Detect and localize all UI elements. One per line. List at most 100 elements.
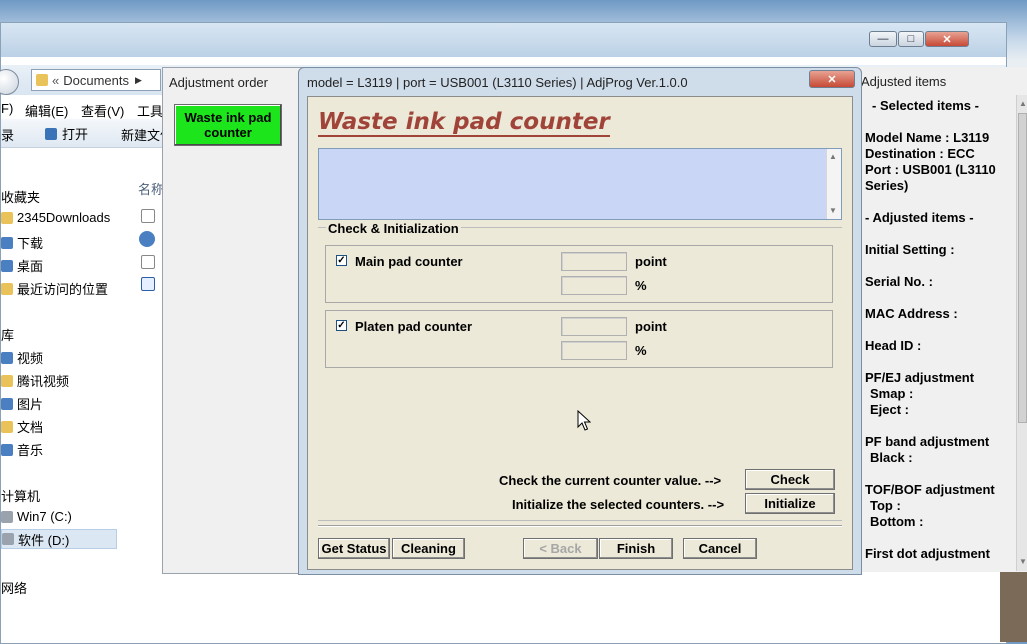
selected-items-header: - Selected items -	[872, 98, 979, 113]
main-pad-checkbox[interactable]: ✓	[336, 255, 347, 266]
close-icon: ✕	[827, 73, 837, 86]
tree-label: Win7 (C:)	[17, 509, 72, 524]
serial-no: Serial No. :	[865, 274, 933, 289]
word-document-icon	[141, 277, 155, 291]
close-button[interactable]: ✕	[925, 31, 969, 47]
cancel-button[interactable]: Cancel	[683, 538, 757, 559]
explorer-titlebar: — □ ✕	[1, 23, 1006, 57]
open-icon	[45, 127, 57, 140]
tree-item-2345downloads[interactable]: 2345Downloads	[1, 210, 110, 225]
initial-setting: Initial Setting :	[865, 242, 955, 257]
breadcrumb-separator: «	[52, 72, 60, 88]
get-status-button[interactable]: Get Status	[318, 538, 390, 559]
organize-button[interactable]: 录	[1, 125, 14, 144]
tree-item-desktop[interactable]: 桌面	[1, 256, 43, 275]
pf-band-adjustment: PF band adjustment	[865, 434, 990, 449]
adjprog-dialog: model = L3119 | port = USB001 (L3110 Ser…	[298, 67, 862, 575]
minimize-button[interactable]: —	[869, 31, 897, 47]
favorites-label: 收藏夹	[1, 190, 41, 205]
tree-label: 音乐	[17, 443, 44, 458]
finish-button[interactable]: Finish	[599, 538, 673, 559]
main-pad-group: ✓ Main pad counter point %	[325, 245, 833, 303]
libraries-label: 库	[1, 328, 15, 343]
open-label: 打开	[62, 127, 89, 142]
menu-tools[interactable]: 工具	[137, 101, 163, 120]
head-id: Head ID :	[865, 338, 922, 353]
tree-item-drive-c[interactable]: Win7 (C:)	[1, 509, 72, 524]
scroll-down-icon[interactable]: ▼	[1019, 557, 1027, 566]
maximize-button[interactable]: □	[898, 31, 924, 47]
tree-item-documents[interactable]: 文档	[1, 417, 43, 436]
drive-icon	[2, 533, 14, 545]
network-label: 网络	[1, 581, 28, 596]
tree-label: 视频	[17, 351, 44, 366]
computer-header[interactable]: 计算机	[1, 486, 40, 505]
adjustment-order-panel: Adjustment order Waste ink pad counter	[162, 67, 304, 574]
tree-label: 文档	[17, 420, 44, 435]
tof-bof-adjustment: TOF/BOF adjustment	[865, 482, 995, 497]
check-button[interactable]: Check	[745, 469, 835, 490]
tree-item-downloads[interactable]: 下载	[1, 233, 43, 252]
cleaning-button[interactable]: Cleaning	[392, 538, 465, 559]
footer-divider	[318, 525, 842, 527]
folder-icon	[1, 211, 13, 224]
initialize-button[interactable]: Initialize	[745, 493, 835, 514]
breadcrumb-documents: Documents	[63, 72, 129, 88]
platen-pad-group: ✓ Platen pad counter point %	[325, 310, 833, 368]
document-icon	[1, 420, 13, 433]
dialog-close-button[interactable]: ✕	[809, 70, 855, 88]
desktop-wallpaper-strip	[1000, 572, 1027, 642]
check-initialization-group: Check & Initialization ✓ Main pad counte…	[318, 221, 842, 521]
menu-view[interactable]: 查看(V)	[81, 101, 124, 120]
video-icon	[1, 351, 13, 364]
adjustment-order-header: Adjustment order	[169, 75, 268, 90]
tree-item-drive-d[interactable]: 软件 (D:)	[1, 529, 117, 549]
scroll-up-icon[interactable]: ▲	[1019, 99, 1027, 108]
app-icon	[139, 231, 155, 247]
back-button[interactable]: < Back	[523, 538, 598, 559]
platen-pad-checkbox[interactable]: ✓	[336, 320, 347, 331]
port: Port : USB001 (L3110	[865, 162, 996, 177]
eject: Eject :	[870, 402, 910, 417]
scrollbar-thumb[interactable]	[1018, 113, 1027, 423]
main-pad-point-field	[561, 252, 627, 271]
message-scrollbar[interactable]: ▲ ▼	[826, 149, 841, 219]
platen-pad-percent-field	[561, 341, 627, 360]
back-icon[interactable]	[0, 69, 19, 95]
tree-label: 2345Downloads	[17, 210, 111, 225]
recent-places-icon	[1, 282, 13, 295]
tree-item-music[interactable]: 音乐	[1, 440, 43, 459]
tree-item-pictures[interactable]: 图片	[1, 394, 43, 413]
tree-label: 图片	[17, 397, 44, 412]
tree-item-recent[interactable]: 最近访问的位置	[1, 279, 108, 298]
platen-pad-label: Platen pad counter	[355, 319, 473, 334]
dialog-title: model = L3119 | port = USB001 (L3110 Ser…	[307, 75, 688, 90]
platen-pad-point-field	[561, 317, 627, 336]
first-dot-adjustment: First dot adjustment	[865, 546, 990, 561]
pfej-adjustment: PF/EJ adjustment	[865, 370, 975, 385]
scroll-up-icon[interactable]: ▲	[829, 152, 837, 161]
menu-edit[interactable]: 编辑(E)	[25, 101, 68, 120]
scroll-down-icon[interactable]: ▼	[829, 206, 837, 215]
libraries-header[interactable]: 库	[1, 325, 14, 344]
breadcrumb[interactable]: « Documents ▶	[31, 69, 161, 91]
destination: Destination : ECC	[865, 146, 975, 161]
adjusted-items-header: Adjusted items	[861, 74, 947, 89]
platen-pad-point-unit: point	[635, 319, 667, 334]
network-header[interactable]: 网络	[1, 578, 27, 597]
main-pad-point-unit: point	[635, 254, 667, 269]
black: Black :	[870, 450, 913, 465]
adjusted-items-scrollbar[interactable]: ▲ ▼	[1016, 95, 1027, 571]
menu-file[interactable]: F)	[1, 101, 13, 116]
music-icon	[1, 443, 13, 456]
name-column-header[interactable]: 名称	[138, 179, 164, 198]
favorites-header[interactable]: 收藏夹	[1, 187, 40, 206]
dialog-client: Waste ink pad counter ▲ ▼ Check & Initia…	[307, 96, 853, 570]
waste-ink-pad-counter-order-button[interactable]: Waste ink pad counter	[174, 104, 282, 146]
tree-item-tencent-video[interactable]: 腾讯视频	[1, 371, 69, 390]
tree-label: 软件 (D:)	[18, 532, 70, 548]
tree-item-videos[interactable]: 视频	[1, 348, 43, 367]
open-button[interactable]: 打开	[45, 124, 88, 143]
file-icon	[141, 255, 155, 269]
mac-address: MAC Address :	[865, 306, 958, 321]
